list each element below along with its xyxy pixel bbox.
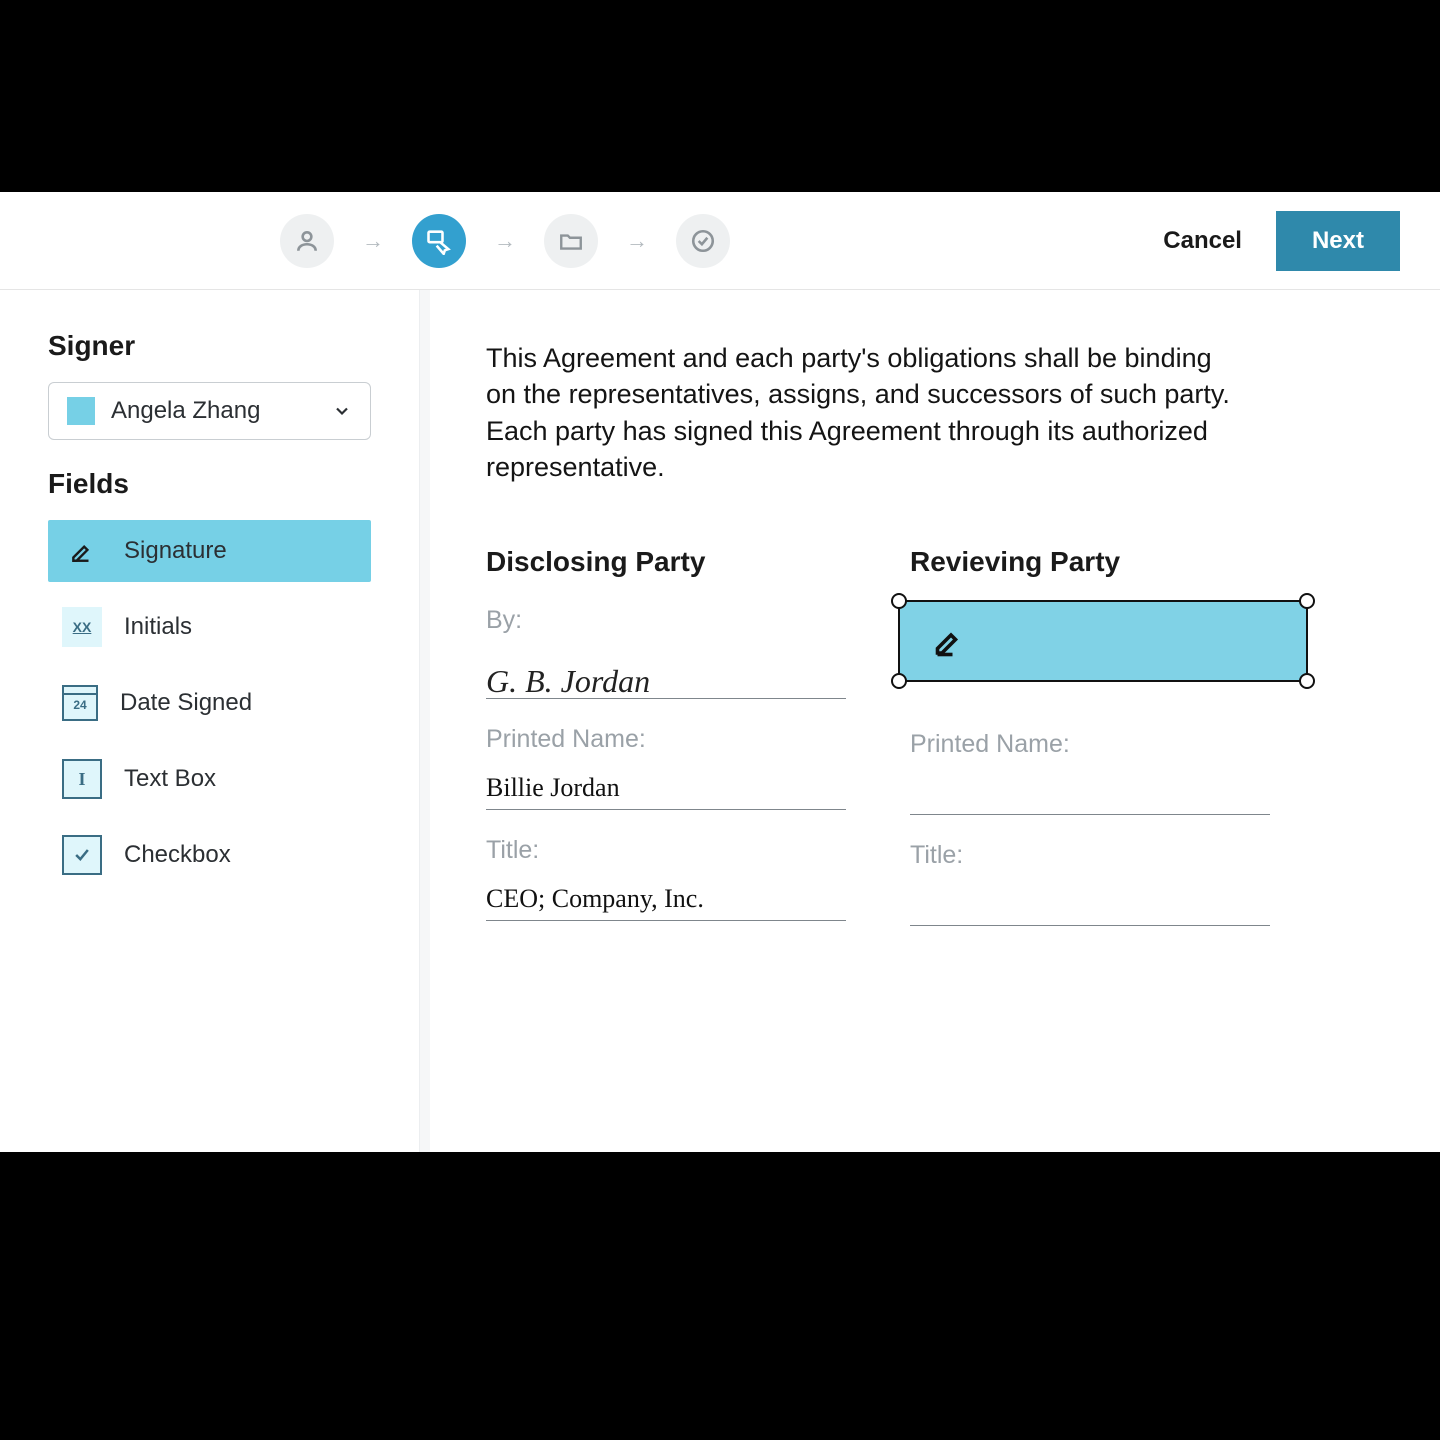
step-folder[interactable] [544, 214, 598, 268]
field-label: Signature [124, 537, 227, 565]
fields-icon [425, 227, 453, 255]
arrow-icon: → [626, 228, 648, 254]
field-checkbox[interactable]: Checkbox [48, 824, 371, 886]
next-button[interactable]: Next [1276, 211, 1400, 271]
printed-name-value: Billie Jordan [486, 760, 846, 810]
initials-icon: XX [62, 607, 102, 647]
by-label: By: [486, 606, 846, 635]
field-text-box[interactable]: I Text Box [48, 748, 371, 810]
document-canvas[interactable]: This Agreement and each party's obligati… [430, 290, 1440, 1152]
chevron-down-icon [332, 401, 352, 421]
textbox-icon: I [62, 759, 102, 799]
field-initials[interactable]: XX Initials [48, 596, 371, 658]
signer-select[interactable]: Angela Zhang [48, 382, 371, 440]
reviewing-party: Revieving Party Printed Name: [910, 546, 1270, 952]
printed-name-label: Printed Name: [486, 725, 846, 754]
app-frame: → → → Cancel Next Signer Angela Zhang [0, 192, 1440, 1152]
checkbox-icon [62, 835, 102, 875]
step-people[interactable] [280, 214, 334, 268]
body: Signer Angela Zhang Fields Signature XX [0, 290, 1440, 1152]
resize-handle[interactable] [891, 673, 907, 689]
signer-name: Angela Zhang [111, 397, 260, 425]
disclosing-party: Disclosing Party By: G. B. Jordan Printe… [486, 546, 846, 952]
step-fields[interactable] [412, 214, 466, 268]
check-circle-icon [690, 228, 716, 254]
cancel-button[interactable]: Cancel [1163, 227, 1242, 255]
signature-icon [62, 531, 102, 571]
resize-handle[interactable] [891, 593, 907, 609]
field-date-signed[interactable]: 24 Date Signed [48, 672, 371, 734]
field-label: Checkbox [124, 841, 231, 869]
reviewing-heading: Revieving Party [910, 546, 1270, 578]
title-label: Title: [486, 836, 846, 865]
title-label: Title: [910, 841, 1270, 870]
field-label: Initials [124, 613, 192, 641]
printed-name-label: Printed Name: [910, 730, 1270, 759]
signature-image: G. B. Jordan [486, 663, 650, 700]
signature-line: G. B. Jordan [486, 641, 846, 699]
stepper: → → → [280, 214, 730, 268]
sidebar: Signer Angela Zhang Fields Signature XX [0, 290, 420, 1152]
arrow-icon: → [494, 228, 516, 254]
field-list: Signature XX Initials 24 Date Signed [48, 520, 371, 886]
calendar-icon: 24 [62, 685, 98, 721]
signer-heading: Signer [48, 330, 371, 362]
field-signature[interactable]: Signature [48, 520, 371, 582]
topbar: → → → Cancel Next [0, 192, 1440, 290]
title-value[interactable] [910, 876, 1270, 926]
topbar-actions: Cancel Next [1163, 211, 1400, 271]
resize-handle[interactable] [1299, 593, 1315, 609]
fields-heading: Fields [48, 468, 371, 500]
signer-color-swatch [67, 397, 95, 425]
signature-icon [930, 623, 966, 659]
field-label: Text Box [124, 765, 216, 793]
signature-field-placeholder[interactable] [898, 600, 1308, 682]
folder-icon [558, 228, 584, 254]
resize-handle[interactable] [1299, 673, 1315, 689]
arrow-icon: → [362, 228, 384, 254]
step-done[interactable] [676, 214, 730, 268]
agreement-text: This Agreement and each party's obligati… [486, 340, 1246, 486]
person-icon [294, 228, 320, 254]
field-label: Date Signed [120, 689, 252, 717]
disclosing-heading: Disclosing Party [486, 546, 846, 578]
printed-name-value[interactable] [910, 765, 1270, 815]
parties: Disclosing Party By: G. B. Jordan Printe… [486, 546, 1384, 952]
title-value: CEO; Company, Inc. [486, 871, 846, 921]
